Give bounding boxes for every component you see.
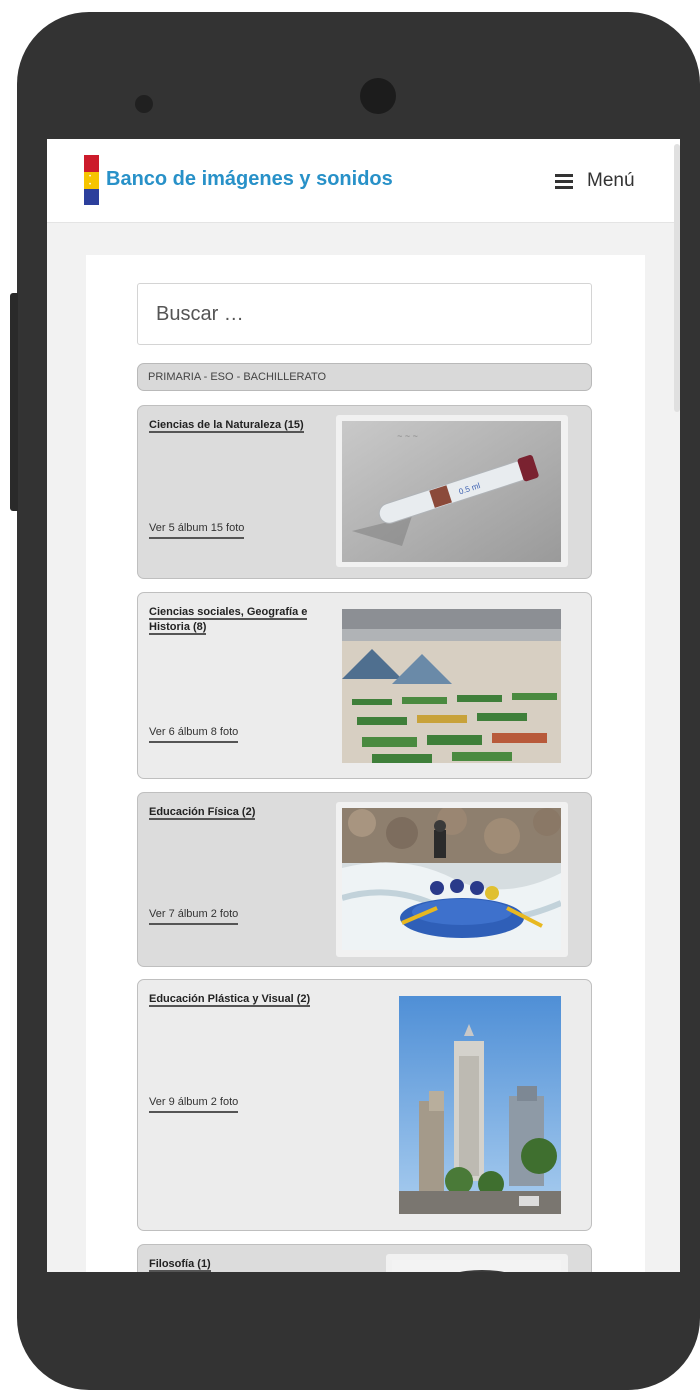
svg-text:~ ~ ~: ~ ~ ~ [397, 431, 418, 441]
category-album-link[interactable]: Ver 7 álbum 2 foto [149, 908, 239, 925]
category-album-link[interactable]: Ver 5 álbum 15 foto [149, 522, 245, 539]
phone-screen: • • Banco de imágenes y sonidos Menú PRI… [47, 139, 680, 1272]
category-card[interactable]: Ciencias sociales, Geografía e Historia … [137, 592, 592, 779]
menu-label: Menú [587, 170, 635, 191]
category-card[interactable]: Educación Plástica y Visual (2) Ver 9 ál… [137, 979, 592, 1231]
hamburger-icon [555, 174, 573, 189]
logo-flag-icon[interactable]: • • [84, 155, 99, 205]
site-header: • • Banco de imágenes y sonidos Menú [47, 139, 680, 223]
front-camera [360, 78, 396, 114]
rafting-photo[interactable] [342, 808, 561, 950]
site-title[interactable]: Banco de imágenes y sonidos [106, 168, 393, 191]
category-card[interactable]: Filosofía (1) [137, 1244, 592, 1272]
plaza-garden-photo[interactable] [342, 609, 561, 763]
category-album-link[interactable]: Ver 9 álbum 2 foto [149, 1096, 239, 1113]
portrait-photo[interactable] [392, 1260, 561, 1272]
category-card[interactable]: Educación Física (2) Ver 7 álbum 2 foto [137, 792, 592, 967]
skyscraper-photo[interactable] [399, 996, 561, 1214]
menu-button[interactable]: Menú [555, 169, 635, 193]
category-title[interactable]: Educación Plástica y Visual (2) [149, 992, 349, 1007]
level-filter-bar[interactable]: PRIMARIA - ESO - BACHILLERATO [137, 363, 592, 391]
scrollbar[interactable] [674, 144, 680, 412]
category-card[interactable]: Ciencias de la Naturaleza (15) Ver 5 álb… [137, 405, 592, 579]
search-input[interactable] [137, 283, 592, 345]
category-title[interactable]: Ciencias sociales, Geografía e Historia … [149, 605, 324, 635]
main-content: PRIMARIA - ESO - BACHILLERATO Ciencias d… [86, 255, 645, 1272]
category-title[interactable]: Ciencias de la Naturaleza (15) [149, 418, 324, 433]
category-title[interactable]: Educación Física (2) [149, 805, 324, 820]
phone-side-button [10, 293, 18, 511]
proximity-sensor [135, 95, 153, 113]
test-tube-photo[interactable]: 0.5 ml ~ ~ ~ [342, 421, 561, 562]
category-album-link[interactable]: Ver 6 álbum 8 foto [149, 726, 239, 743]
category-title[interactable]: Filosofía (1) [149, 1257, 324, 1272]
